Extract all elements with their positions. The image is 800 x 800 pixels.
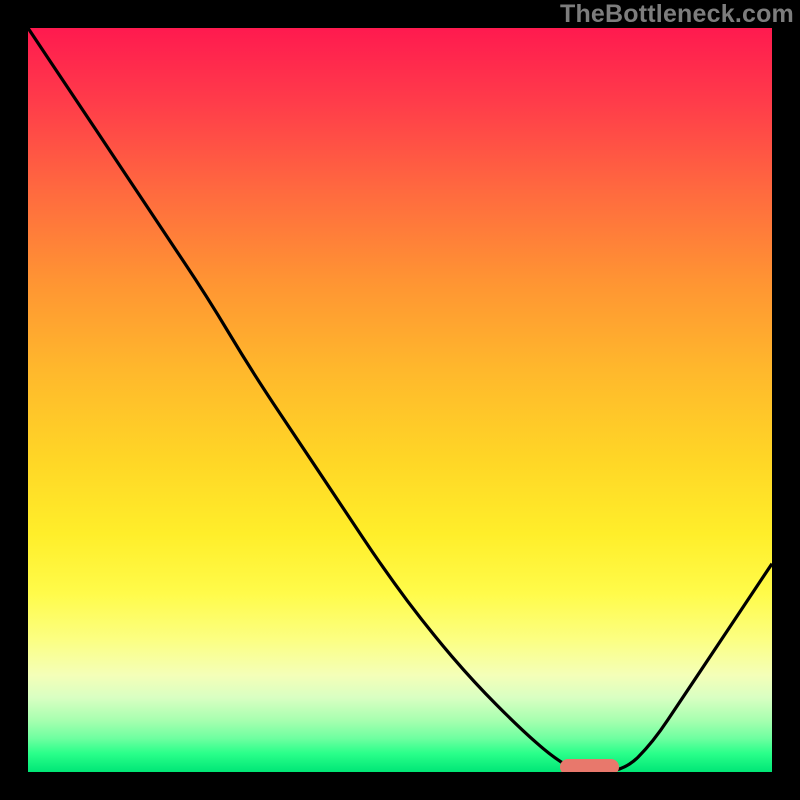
- watermark-text: TheBottleneck.com: [560, 0, 794, 29]
- curve-layer: [28, 28, 772, 772]
- bottleneck-curve: [28, 28, 772, 772]
- chart-frame: TheBottleneck.com: [0, 0, 800, 800]
- optimal-range-marker: [560, 759, 620, 772]
- plot-area: [28, 28, 772, 772]
